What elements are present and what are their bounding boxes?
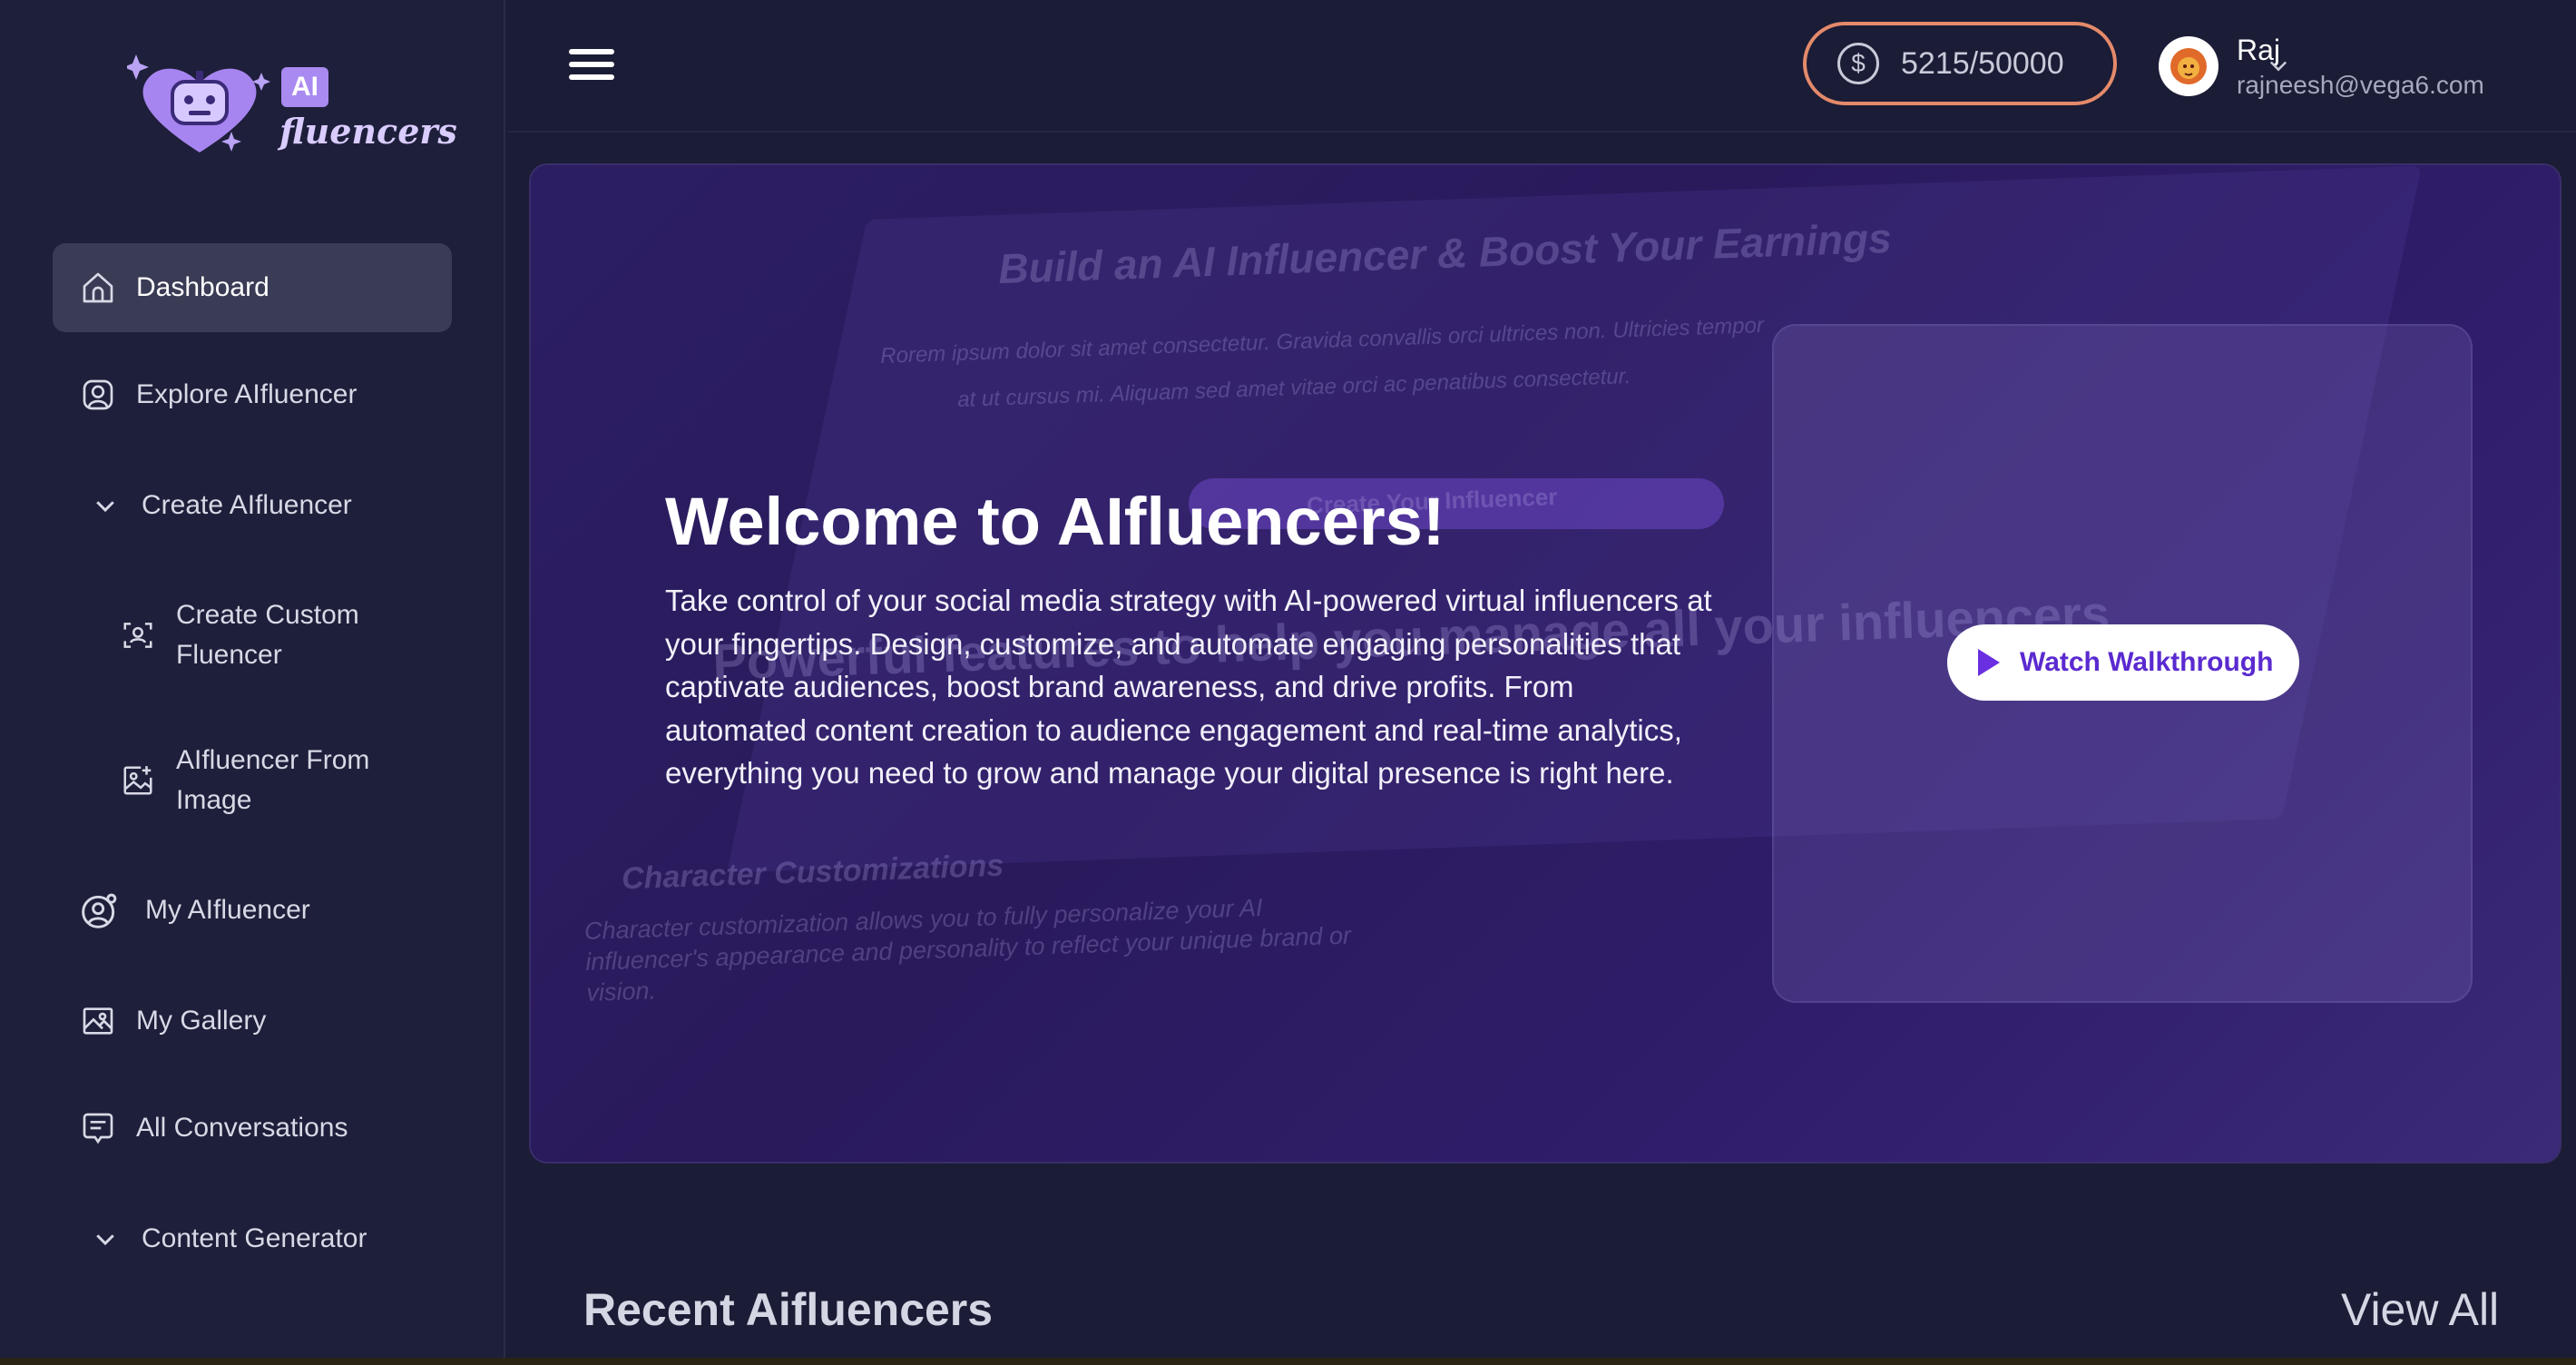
sidebar-item-from-image[interactable]: AIfluencer From Image xyxy=(53,735,452,826)
sidebar-item-label: Create AIfluencer xyxy=(142,490,352,520)
banner-bg-subtitle: Character Customizations xyxy=(621,848,1004,897)
sidebar-item-label: Explore AIfluencer xyxy=(136,379,358,409)
sidebar-item-label: AIfluencer From Image xyxy=(176,745,370,815)
sidebar-item-label: Dashboard xyxy=(136,272,269,302)
welcome-title: Welcome to AIfluencers! xyxy=(665,484,1445,559)
sidebar-item-label: All Conversations xyxy=(136,1113,348,1143)
sidebar: AI fluencers Dashboard Explore AIfluence… xyxy=(0,0,505,1365)
menu-toggle-icon[interactable] xyxy=(569,49,614,85)
lion-avatar-icon xyxy=(2170,48,2207,84)
play-icon xyxy=(1978,649,2000,676)
chevron-down-icon xyxy=(85,1219,125,1259)
chevron-down-icon xyxy=(85,486,125,525)
welcome-banner: Build an AI Influencer & Boost Your Earn… xyxy=(531,165,2560,1162)
watch-walkthrough-label: Watch Walkthrough xyxy=(2020,647,2274,677)
chevron-down-icon[interactable] xyxy=(2266,53,2291,83)
avatar xyxy=(2159,36,2218,96)
sidebar-item-content-generator[interactable]: Content Generator xyxy=(53,1194,452,1283)
welcome-description: Take control of your social media strate… xyxy=(665,584,1712,790)
sidebar-item-create-custom[interactable]: Create Custom Fluencer xyxy=(53,590,452,681)
face-scan-icon xyxy=(118,615,158,655)
user-gear-icon xyxy=(80,890,120,930)
sidebar-item-dashboard[interactable]: Dashboard xyxy=(53,243,452,332)
top-bar: $ 5215/50000 Raj rajneesh@vega6.com xyxy=(507,0,2576,133)
sidebar-item-conversations[interactable]: All Conversations xyxy=(53,1084,452,1173)
view-all-link[interactable]: View All xyxy=(2341,1283,2499,1336)
sidebar-item-label: My Gallery xyxy=(136,1006,267,1036)
sidebar-item-my-aifluencer[interactable]: My AIfluencer xyxy=(53,866,452,955)
chat-icon xyxy=(78,1108,118,1148)
bottom-edge xyxy=(0,1358,2576,1365)
sidebar-item-gallery[interactable]: My Gallery xyxy=(53,977,452,1065)
dollar-coin-icon: $ xyxy=(1837,43,1879,84)
sidebar-item-label: Content Generator xyxy=(142,1223,367,1253)
banner-bg-subtext: Character customization allows you to fu… xyxy=(583,893,1352,1007)
robot-heart-icon xyxy=(127,54,270,152)
logo-wordmark: fluencers xyxy=(279,111,457,152)
recent-aifluencers-title: Recent Aifluencers xyxy=(583,1284,994,1335)
app-logo[interactable]: AI fluencers xyxy=(127,45,457,172)
credits-badge[interactable]: $ 5215/50000 xyxy=(1803,22,2117,105)
logo-ai-badge: AI xyxy=(281,67,328,107)
image-plus-icon xyxy=(118,761,158,800)
watch-walkthrough-button[interactable]: Watch Walkthrough xyxy=(1947,624,2299,701)
user-menu[interactable]: Raj rajneesh@vega6.com xyxy=(2159,27,2484,105)
credits-value: 5215/50000 xyxy=(1901,45,2064,81)
sidebar-item-label: Create Custom Fluencer xyxy=(176,600,359,670)
sidebar-item-label: My AIfluencer xyxy=(145,895,310,925)
user-square-icon xyxy=(78,375,118,415)
gallery-icon xyxy=(78,1001,118,1041)
sidebar-item-explore[interactable]: Explore AIfluencer xyxy=(53,350,452,439)
sidebar-item-create-group[interactable]: Create AIfluencer xyxy=(53,461,452,550)
home-icon xyxy=(78,268,118,308)
